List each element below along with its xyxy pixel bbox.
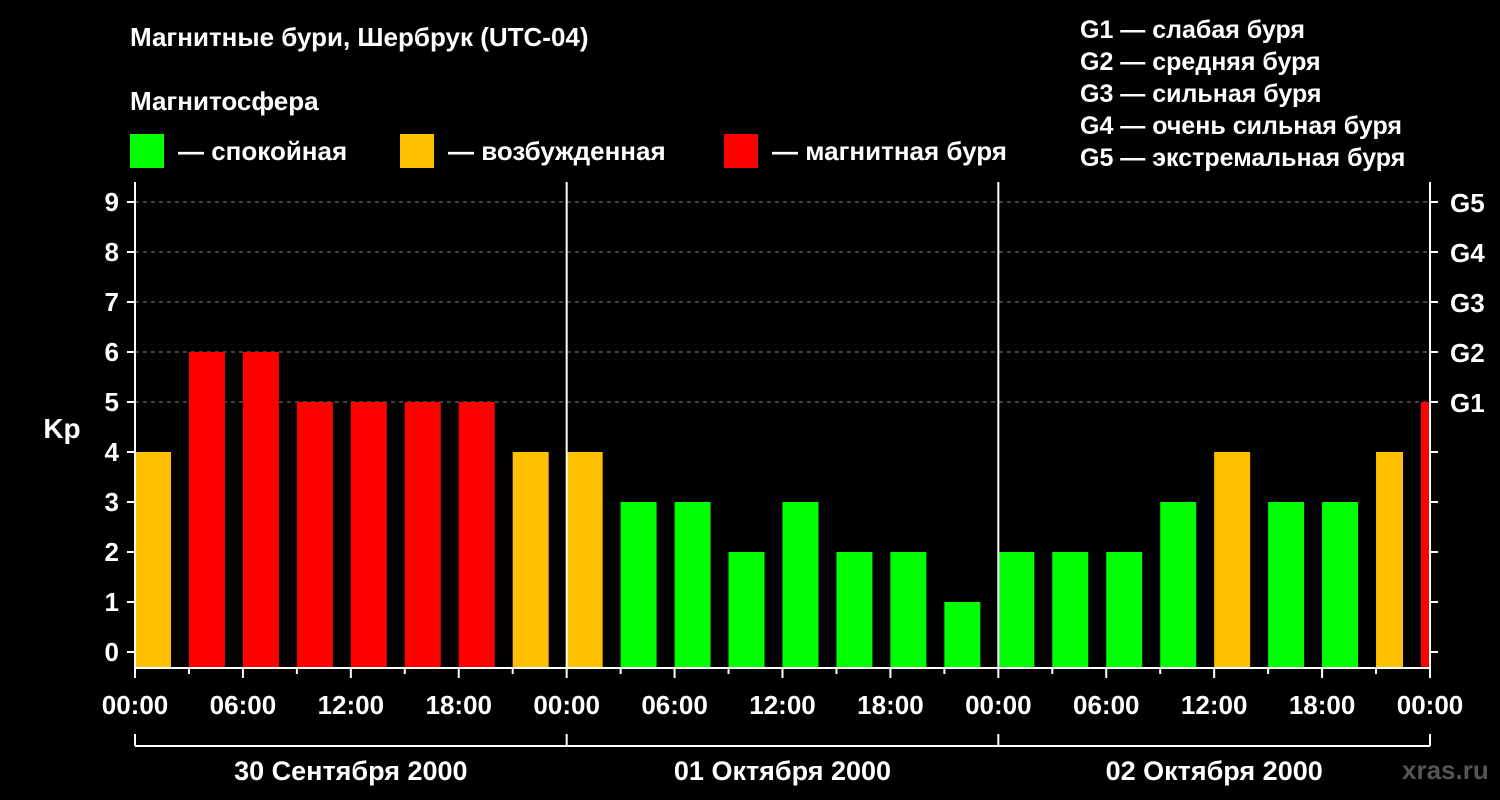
kp-bar: [458, 402, 495, 668]
y-tick-label: 6: [105, 337, 119, 367]
kp-bar: [728, 552, 765, 668]
g-tick-label: G5: [1450, 188, 1485, 218]
g-tick-label: G1: [1450, 388, 1485, 418]
x-tick-label: 12:00: [1181, 690, 1248, 720]
kp-bar: [512, 452, 549, 668]
x-tick-label: 00:00: [102, 690, 169, 720]
g-tick-label: G4: [1450, 238, 1485, 268]
kp-bar: [135, 452, 171, 668]
y-tick-label: 5: [105, 387, 119, 417]
day-label: 02 Октября 2000: [1106, 756, 1323, 786]
y-tick-label: 3: [105, 487, 119, 517]
y-axis-label: Kp: [43, 413, 80, 444]
y-tick-label: 1: [105, 587, 119, 617]
x-tick-label: 12:00: [749, 690, 816, 720]
x-tick-label: 06:00: [210, 690, 277, 720]
x-tick-label: 18:00: [426, 690, 493, 720]
g-tick-label: G2: [1450, 338, 1485, 368]
kp-bar: [1106, 552, 1143, 668]
kp-bar: [944, 602, 981, 668]
x-tick-label: 18:00: [857, 690, 924, 720]
x-tick-label: 00:00: [965, 690, 1032, 720]
kp-bar: [1322, 502, 1359, 668]
watermark: xras.ru: [1402, 755, 1489, 785]
kp-bar: [296, 402, 333, 668]
x-tick-label: 00:00: [533, 690, 600, 720]
kp-bar: [1160, 502, 1197, 668]
x-tick-label: 12:00: [318, 690, 385, 720]
kp-bar: [1268, 502, 1305, 668]
kp-bar: [188, 352, 225, 668]
y-tick-label: 0: [105, 637, 119, 667]
day-label: 01 Октября 2000: [674, 756, 891, 786]
y-tick-label: 8: [105, 237, 119, 267]
g-tick-label: G3: [1450, 288, 1485, 318]
kp-bar: [350, 402, 387, 668]
kp-bar: [1376, 452, 1404, 668]
x-tick-label: 00:00: [1397, 690, 1464, 720]
kp-bar: [1052, 552, 1089, 668]
y-tick-label: 2: [105, 537, 119, 567]
y-tick-label: 9: [105, 187, 119, 217]
kp-bar: [404, 402, 441, 668]
x-tick-label: 18:00: [1289, 690, 1356, 720]
kp-bar: [890, 552, 927, 668]
kp-bar: [620, 502, 657, 668]
kp-bar: [998, 552, 1035, 668]
x-tick-label: 06:00: [641, 690, 708, 720]
kp-bar: [242, 352, 279, 668]
kp-bar: [782, 502, 819, 668]
kp-bar: [1421, 402, 1430, 668]
x-tick-label: 06:00: [1073, 690, 1140, 720]
y-tick-label: 7: [105, 287, 119, 317]
kp-bar-chart: 0 1 2 3 4 5 6 7 8 9 G1 G2 G3 G4 G5 Kp 00:00 06:00 12:00 18:…: [43, 182, 1485, 786]
kp-bar: [1214, 452, 1251, 668]
kp-bar: [566, 452, 603, 668]
kp-bar: [674, 502, 711, 668]
y-tick-label: 4: [105, 437, 120, 467]
kp-bar: [836, 552, 873, 668]
day-label: 30 Сентября 2000: [234, 756, 467, 786]
